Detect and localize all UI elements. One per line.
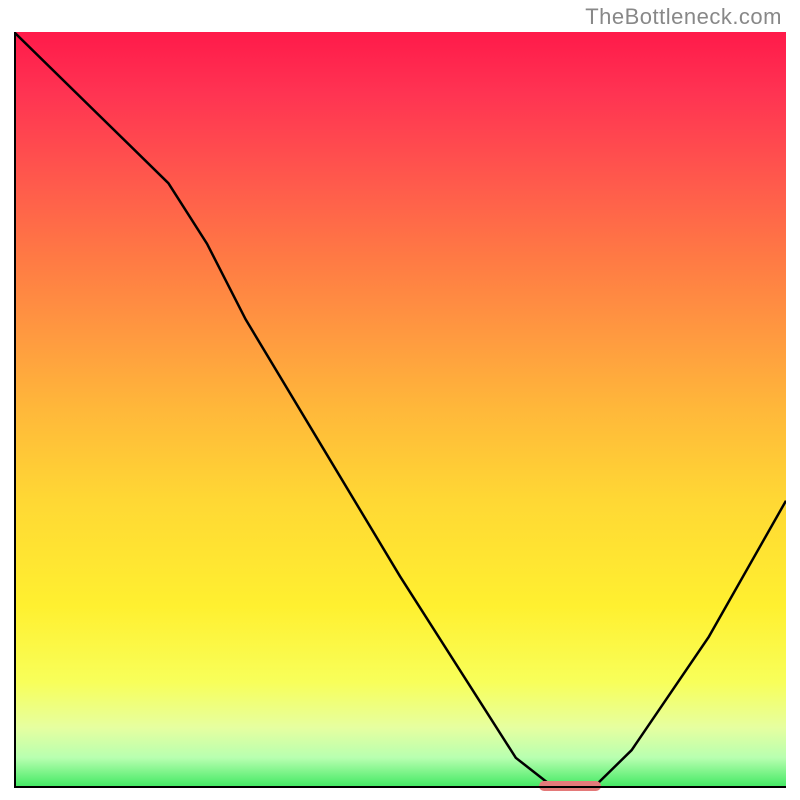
optimal-range-marker — [539, 781, 601, 791]
bottleneck-curve — [14, 32, 786, 788]
plot-area — [14, 32, 786, 788]
curve-layer — [14, 32, 786, 788]
watermark-text: TheBottleneck.com — [585, 4, 782, 30]
